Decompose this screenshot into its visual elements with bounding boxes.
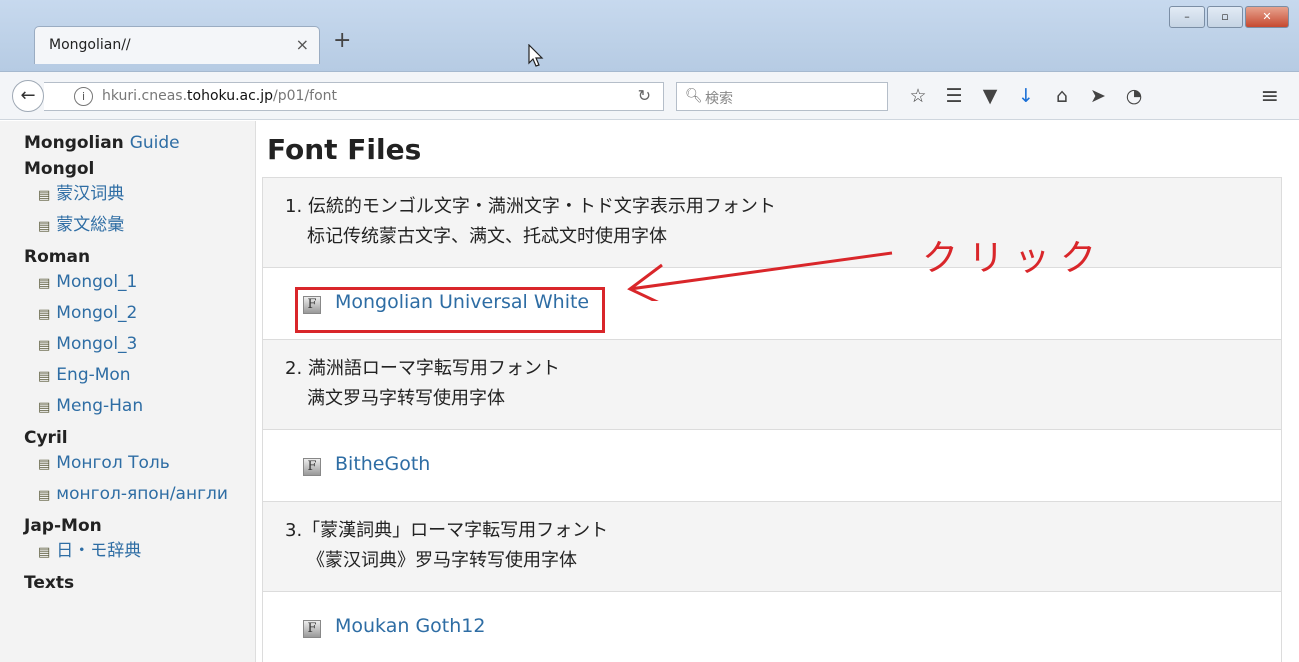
book-icon: ▤ bbox=[38, 338, 51, 353]
navigation-bar: ← i hkuri.cneas.tohoku.ac.jp/p01/font ↻ … bbox=[0, 72, 1299, 120]
title-bar: Mongolian// × + – ▫ ✕ bbox=[0, 0, 1299, 72]
pocket-icon[interactable]: ▼ bbox=[972, 82, 1008, 110]
new-tab-button[interactable]: + bbox=[333, 30, 351, 52]
sidebar-item[interactable]: ▤ Meng-Han bbox=[24, 391, 255, 422]
sidebar-heading-jap-mon: Jap-Mon bbox=[24, 516, 102, 536]
description-line: 3.「蒙漢詞典」ローマ字転写用フォント bbox=[285, 520, 609, 541]
tab-title: Mongolian// bbox=[49, 37, 131, 53]
minimize-button[interactable]: – bbox=[1169, 6, 1205, 28]
sidebar-heading-cyril: Cyril bbox=[24, 428, 68, 448]
sidebar-heading-roman: Roman bbox=[24, 247, 91, 267]
toolbar-icons: ☆ ☰ ▼ ↓ ⌂ ➤ ◔ bbox=[900, 82, 1152, 110]
book-icon: ▤ bbox=[38, 488, 51, 503]
annotation-text: クリック bbox=[922, 238, 1107, 279]
page-title: Font Files bbox=[267, 133, 422, 166]
info-icon[interactable]: i bbox=[74, 87, 93, 106]
url-text[interactable]: hkuri.cneas.tohoku.ac.jp/p01/font bbox=[102, 88, 337, 104]
book-icon: ▤ bbox=[38, 400, 51, 415]
sidebar: Mongolian Guide Mongol ▤ 蒙汉词典 ▤ 蒙文総彙 Roman… bbox=[0, 121, 256, 662]
annotation-arrow bbox=[627, 251, 893, 301]
send-icon[interactable]: ➤ bbox=[1080, 82, 1116, 110]
sidebar-item[interactable]: ▤ Монгол Толь bbox=[24, 448, 255, 479]
search-box[interactable]: 🔍︎ 検索 bbox=[676, 82, 888, 111]
search-icon: 🔍︎ bbox=[685, 88, 703, 104]
sidebar-heading-texts: Texts bbox=[24, 573, 75, 593]
description-line: 《蒙汉词典》罗马字转写使用字体 bbox=[307, 550, 577, 571]
sidebar-item[interactable]: ▤ Mongol_2 bbox=[24, 298, 255, 329]
address-bar[interactable]: i hkuri.cneas.tohoku.ac.jp/p01/font ↻ bbox=[44, 82, 664, 111]
font-link-row: F Moukan Goth12 bbox=[263, 592, 1281, 662]
sidebar-title: Mongolian Guide bbox=[24, 133, 255, 153]
sidebar-title-bold: Mongolian bbox=[24, 133, 124, 153]
sidebar-item[interactable]: ▤ 日・モ辞典 bbox=[24, 536, 255, 567]
book-icon: ▤ bbox=[38, 307, 51, 322]
description-line: 1. 伝統的モンゴル文字・満洲文字・トド文字表示用フォント bbox=[285, 196, 776, 217]
book-icon: ▤ bbox=[38, 276, 51, 291]
description-line: 满文罗马字转写使用字体 bbox=[307, 388, 505, 409]
menu-icon[interactable]: ≡ bbox=[1261, 84, 1279, 109]
font-file-icon: F bbox=[303, 620, 321, 638]
book-icon: ▤ bbox=[38, 188, 51, 203]
browser-tab[interactable]: Mongolian// × bbox=[34, 26, 320, 64]
book-icon: ▤ bbox=[38, 545, 51, 560]
mouse-cursor-icon bbox=[528, 44, 544, 67]
book-icon: ▤ bbox=[38, 219, 51, 234]
reader-view-icon[interactable]: ☰ bbox=[936, 82, 972, 110]
highlight-box bbox=[295, 287, 605, 333]
sidebar-item[interactable]: ▤ 蒙汉词典 bbox=[24, 179, 255, 210]
bookmark-star-icon[interactable]: ☆ bbox=[900, 82, 936, 110]
maximize-button[interactable]: ▫ bbox=[1207, 6, 1243, 28]
close-window-button[interactable]: ✕ bbox=[1245, 6, 1289, 28]
font-description: 2. 満洲語ローマ字転写用フォント 满文罗马字转写使用字体 bbox=[263, 340, 1281, 430]
search-placeholder: 検索 bbox=[705, 91, 733, 107]
description-line: 2. 満洲語ローマ字転写用フォント bbox=[285, 358, 560, 379]
window-controls: – ▫ ✕ bbox=[1167, 6, 1289, 28]
main-content: Font Files 1. 伝統的モンゴル文字・満洲文字・トド文字表示用フォント… bbox=[262, 121, 1299, 662]
tab-close-icon[interactable]: × bbox=[296, 35, 309, 54]
sidebar-item[interactable]: ▤ 蒙文総彙 bbox=[24, 210, 255, 241]
sidebar-item[interactable]: ▤ Mongol_1 bbox=[24, 267, 255, 298]
reload-icon[interactable]: ↻ bbox=[638, 86, 651, 105]
font-download-link[interactable]: BitheGoth bbox=[335, 453, 430, 475]
sidebar-heading-mongol: Mongol bbox=[24, 159, 95, 179]
sidebar-item[interactable]: ▤ Eng-Mon bbox=[24, 360, 255, 391]
sidebar-item[interactable]: ▤ монгол-япон/англи bbox=[24, 479, 255, 510]
sidebar-item[interactable]: ▤ Mongol_3 bbox=[24, 329, 255, 360]
history-icon[interactable]: ◔ bbox=[1116, 82, 1152, 110]
book-icon: ▤ bbox=[38, 457, 51, 472]
guide-link[interactable]: Guide bbox=[130, 133, 180, 153]
back-button[interactable]: ← bbox=[12, 80, 44, 112]
home-icon[interactable]: ⌂ bbox=[1044, 82, 1080, 110]
font-file-icon: F bbox=[303, 458, 321, 476]
book-icon: ▤ bbox=[38, 369, 51, 384]
font-description: 3.「蒙漢詞典」ローマ字転写用フォント 《蒙汉词典》罗马字转写使用字体 bbox=[263, 502, 1281, 592]
page-content: Mongolian Guide Mongol ▤ 蒙汉词典 ▤ 蒙文総彙 Roman… bbox=[0, 121, 1299, 662]
download-icon[interactable]: ↓ bbox=[1008, 82, 1044, 110]
font-download-link[interactable]: Moukan Goth12 bbox=[335, 615, 485, 637]
font-link-row: F BitheGoth bbox=[263, 430, 1281, 502]
